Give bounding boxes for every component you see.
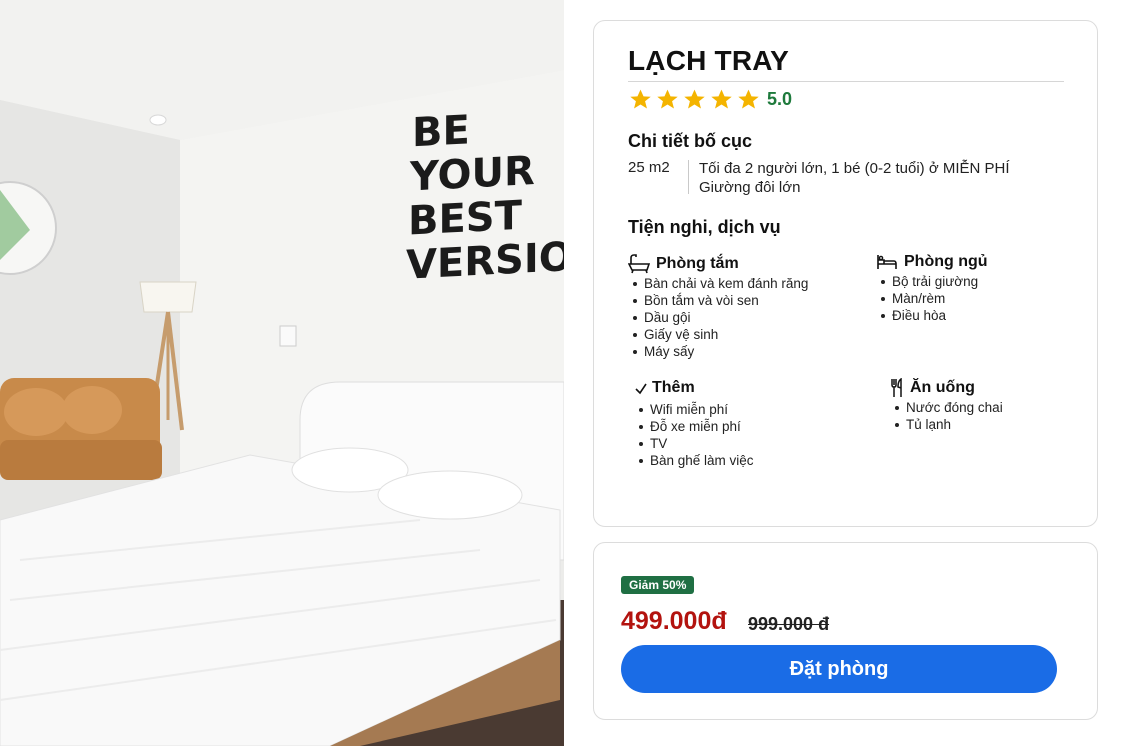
amenity-list: Bộ trải giường Màn/rèm Điều hòa xyxy=(876,273,988,324)
amenity-group-bedroom: Phòng ngủ Bộ trải giường Màn/rèm Điều hò… xyxy=(876,251,988,324)
amenity-item: Màn/rèm xyxy=(876,290,988,307)
amenity-item: Giấy vệ sinh xyxy=(628,326,808,343)
amenity-item: Đỗ xe miễn phí xyxy=(634,418,754,435)
layout-heading: Chi tiết bố cục xyxy=(628,131,753,151)
amenity-item: Máy sấy xyxy=(628,343,808,360)
star-icon xyxy=(736,87,761,112)
amenity-list: Wifi miễn phí Đỗ xe miễn phí TV Bàn ghế … xyxy=(634,401,754,469)
amenity-item: Bồn tắm và vòi sen xyxy=(628,292,808,309)
amenity-item: Điều hòa xyxy=(876,307,988,324)
bed-icon xyxy=(876,252,898,272)
amenity-list: Nước đóng chai Tủ lạnh xyxy=(890,399,1003,433)
room-info-card: LẠCH TRAY 5.0 Chi tiết bố cục 25 m2 Tối … xyxy=(593,20,1098,527)
amenity-item: Tủ lạnh xyxy=(890,416,1003,433)
amenity-item: TV xyxy=(634,435,754,452)
amenity-item: Bộ trải giường xyxy=(876,273,988,290)
book-room-button[interactable]: Đặt phòng xyxy=(621,645,1057,693)
wall-text-line: VERSION xyxy=(406,232,564,288)
amenity-item: Nước đóng chai xyxy=(890,399,1003,416)
amenity-group-food: Ăn uống Nước đóng chai Tủ lạnh xyxy=(890,377,1003,433)
layout-divider xyxy=(688,160,689,194)
star-icon xyxy=(628,87,653,112)
amenity-item: Wifi miễn phí xyxy=(634,401,754,418)
amenity-item: Bàn chải và kem đánh răng xyxy=(628,275,808,292)
room-photo-illustration: BE YOUR BEST VERSION xyxy=(0,0,564,746)
bathtub-icon xyxy=(628,254,650,274)
star-icon xyxy=(655,87,680,112)
room-photo: BE YOUR BEST VERSION xyxy=(0,0,564,746)
rating-stars xyxy=(628,87,763,112)
utensils-icon xyxy=(890,378,904,398)
amenity-group-extras: Thêm Wifi miễn phí Đỗ xe miễn phí TV Bàn… xyxy=(634,377,754,469)
discount-badge: Giảm 50% xyxy=(621,576,695,594)
amenity-item: Dầu gội xyxy=(628,309,808,326)
amenity-item: Bàn ghế làm việc xyxy=(634,452,754,469)
amenity-group-title: Thêm xyxy=(652,379,695,396)
amenity-group-title: Phòng ngủ xyxy=(904,253,988,270)
star-icon xyxy=(709,87,734,112)
room-title: LẠCH TRAY xyxy=(628,45,789,76)
current-price: 499.000đ xyxy=(621,607,727,635)
amenity-list: Bàn chải và kem đánh răng Bồn tắm và vòi… xyxy=(628,275,808,360)
layout-description: Tối đa 2 người lớn, 1 bé (0-2 tuổi) ở MI… xyxy=(699,159,1010,197)
amenity-group-title: Ăn uống xyxy=(910,379,975,396)
wall-text-line: BE xyxy=(412,107,470,156)
rating-value: 5.0 xyxy=(767,89,793,109)
layout-details: 25 m2 Tối đa 2 người lớn, 1 bé (0-2 tuổi… xyxy=(628,159,1010,197)
rating: 5.0 xyxy=(628,87,792,112)
amenity-group-title: Phòng tắm xyxy=(656,255,739,272)
room-area: 25 m2 xyxy=(628,159,670,176)
booking-card: Giảm 50% 499.000đ 999.000 đ Đặt phòng xyxy=(593,542,1098,720)
amenities-heading: Tiện nghi, dịch vụ xyxy=(628,217,781,237)
bed-type-text: Giường đôi lớn xyxy=(699,179,801,196)
check-icon xyxy=(634,378,648,398)
original-price: 999.000 đ xyxy=(748,614,830,634)
amenity-group-bathroom: Phòng tắm Bàn chải và kem đánh răng Bồn … xyxy=(628,253,808,360)
star-icon xyxy=(682,87,707,112)
title-divider xyxy=(628,81,1064,82)
occupancy-text: Tối đa 2 người lớn, 1 bé (0-2 tuổi) ở MI… xyxy=(699,160,1010,177)
